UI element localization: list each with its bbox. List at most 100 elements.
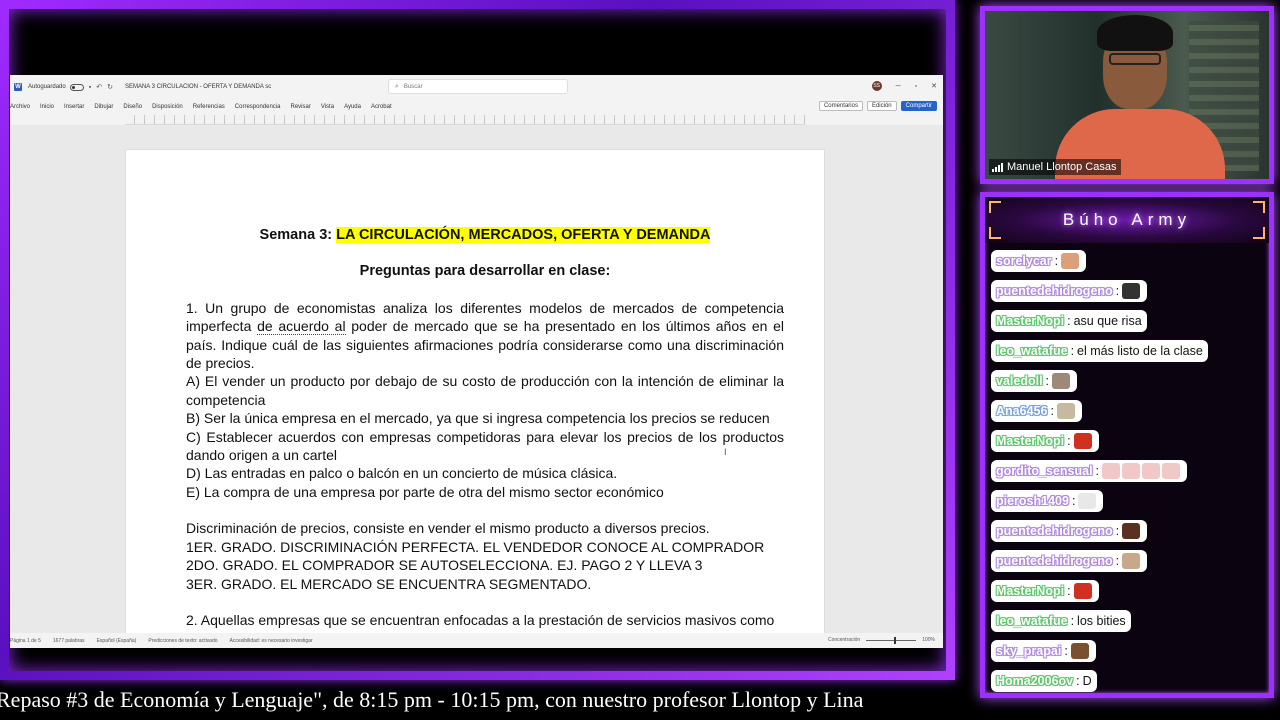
heading-prefix: Semana 3: [259, 227, 337, 243]
tab-correspondencia[interactable]: Correspondencia [235, 104, 281, 110]
chat-username[interactable]: MasterNopi [996, 584, 1064, 598]
chat-separator: : [1054, 254, 1059, 268]
search-icon: ⌕ [395, 82, 399, 90]
chat-message: puentedehidrogeno: [991, 550, 1148, 572]
close-icon[interactable]: ✕ [931, 82, 937, 90]
word-window: W Autoguardado ▪ ↶ ↻ SEMANA 3 CIRCULACIO… [10, 75, 943, 648]
tab-ayuda[interactable]: Ayuda [344, 104, 361, 110]
chat-text: D [1082, 674, 1092, 688]
emote-icon [1070, 643, 1089, 659]
chat-username[interactable]: gordito_sensual [996, 464, 1093, 478]
redo-icon[interactable]: ↻ [107, 83, 113, 91]
autosave-toggle[interactable] [69, 83, 84, 91]
undo-icon[interactable]: ↶ [96, 83, 102, 91]
option-c: C) Establecer acuerdos con empresas comp… [186, 428, 784, 464]
chat-username[interactable]: puentedehidrogeno [996, 284, 1113, 298]
webcam-frame: Manuel Llontop Casas [980, 6, 1274, 184]
question-1: 1. Un grupo de economistas analiza los d… [186, 299, 784, 373]
focus-button[interactable]: Concentración [828, 637, 860, 643]
chat-username[interactable]: MasterNopi [996, 434, 1064, 448]
chat-separator: : [1076, 674, 1080, 688]
corner-ornament [1253, 227, 1265, 239]
editing-button[interactable]: Edición [866, 101, 897, 111]
signal-icon [992, 162, 1003, 172]
chat-message: MasterNopi: asu que risa [991, 310, 1147, 332]
subheading: Preguntas para desarrollar en clase: [359, 263, 611, 280]
chat-username[interactable]: pierosh1409 [996, 494, 1069, 508]
chat-separator: : [1064, 644, 1068, 658]
chat-username[interactable]: leo_watafue [996, 344, 1068, 358]
presenter-hair [1097, 15, 1173, 51]
chat-message: sky_prapai: [991, 640, 1096, 662]
chat-username[interactable]: sky_prapai [996, 644, 1061, 658]
chat-message: valedoll: [991, 370, 1078, 392]
tab-revisar[interactable]: Revisar [290, 104, 310, 110]
note-line-2: 1ER. GRADO. DISCRIMINACIÓN PERFECTA. EL … [186, 538, 765, 555]
tab-diseno[interactable]: Diseño [123, 104, 142, 110]
corner-ornament [989, 201, 1001, 213]
note-line-1: Discriminación de precios, consiste en v… [186, 520, 710, 537]
zoom-level[interactable]: 100% [922, 637, 935, 643]
chat-username[interactable]: MasterNopi [996, 314, 1064, 328]
chat-username[interactable]: Ana6456 [996, 404, 1047, 418]
webcam-name-tag: Manuel Llontop Casas [989, 159, 1122, 175]
tab-acrobat[interactable]: Acrobat [371, 104, 392, 110]
document-name[interactable]: SEMANA 3 CIRCULACION - OFERTA Y DEMANDA … [125, 84, 271, 90]
chat-username[interactable]: puentedehidrogeno [996, 554, 1113, 568]
stream-layout: W Autoguardado ▪ ↶ ↻ SEMANA 3 CIRCULACIO… [0, 0, 1280, 720]
document-page[interactable]: Semana 3: LA CIRCULACIÓN, MERCADOS, OFER… [125, 149, 825, 633]
status-predictions[interactable]: Predicciones de texto: activado [148, 638, 217, 644]
autosave-label: Autoguardado [28, 84, 66, 90]
maximize-icon[interactable]: ▫ [915, 83, 917, 90]
minimize-icon[interactable]: ─ [896, 83, 901, 90]
comments-button[interactable]: Comentarios [818, 101, 863, 111]
chat-message: pierosh1409: [991, 490, 1104, 512]
tab-dibujar[interactable]: Dibujar [94, 104, 113, 110]
ribbon-actions: Comentarios Edición Compartir [818, 101, 937, 111]
chat-username[interactable]: valedoll [996, 374, 1043, 388]
status-language[interactable]: Español (España) [97, 638, 137, 644]
tab-referencias[interactable]: Referencias [193, 104, 225, 110]
tab-vista[interactable]: Vista [321, 104, 334, 110]
status-page[interactable]: Página 1 de 5 [10, 638, 41, 644]
tab-insertar[interactable]: Insertar [64, 104, 84, 110]
chat-message: puentedehidrogeno: [991, 280, 1148, 302]
text-cursor-icon: I [724, 447, 727, 457]
ruler[interactable] [125, 115, 805, 125]
emote-icon [1142, 463, 1161, 479]
status-accessibility[interactable]: Accesibilidad: es necesario investigar [230, 638, 313, 644]
zoom-control: Concentración 100% [828, 636, 935, 644]
chat-username[interactable]: leo_watafue [996, 614, 1068, 628]
zoom-slider[interactable] [866, 636, 917, 644]
emote-icon [1061, 253, 1080, 269]
chat-username[interactable]: sorelycar [996, 254, 1052, 268]
tab-disposicion[interactable]: Disposición [152, 104, 183, 110]
emote-icon [1073, 583, 1092, 599]
emote-icon [1073, 433, 1092, 449]
tab-archivo[interactable]: Archivo [10, 104, 30, 110]
save-icon[interactable]: ▪ [89, 84, 91, 91]
tab-inicio[interactable]: Inicio [40, 104, 54, 110]
chat-message: gordito_sensual: [991, 460, 1188, 482]
document-canvas[interactable]: Semana 3: LA CIRCULACIÓN, MERCADOS, OFER… [10, 125, 943, 633]
note-line-4: 3ER. GRADO. EL MERCADO SE ENCUENTRA SEGM… [186, 575, 592, 592]
emote-icon [1162, 463, 1181, 479]
chat-message: leo_watafue: el más listo de la clase [991, 340, 1208, 362]
chat-message: leo_watafue: los bities [991, 610, 1131, 632]
share-button[interactable]: Compartir [900, 101, 937, 111]
status-words[interactable]: 1677 palabras [53, 638, 85, 644]
presenter-glasses [1109, 53, 1161, 65]
chat-separator: : [1070, 344, 1075, 358]
search-input[interactable]: ⌕ Buscar [388, 79, 568, 94]
option-b: B) Ser la única empresa en el mercado, y… [186, 410, 770, 427]
avatar[interactable]: SS [871, 81, 882, 91]
chat-username[interactable]: puentedehidrogeno [996, 524, 1113, 538]
chat-separator: : [1067, 434, 1071, 448]
chat-separator: : [1045, 374, 1050, 388]
chat-message: MasterNopi: [991, 430, 1099, 452]
chat-username[interactable]: Homa2006ov [996, 674, 1073, 688]
emote-icon [1078, 493, 1097, 509]
emote-icon [1122, 463, 1141, 479]
chat-separator: : [1067, 584, 1071, 598]
emote-icon [1102, 463, 1121, 479]
